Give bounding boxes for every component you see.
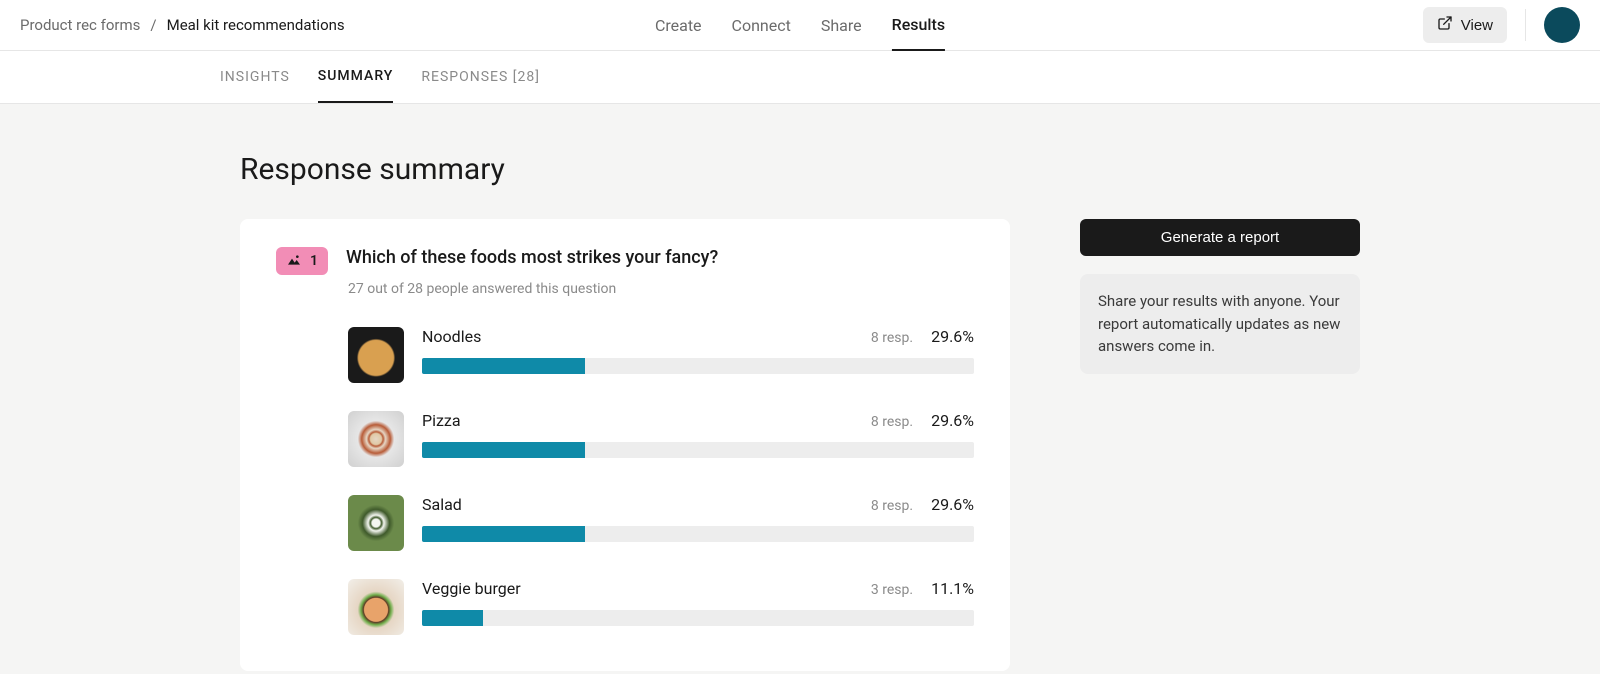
header-right: View <box>1423 7 1580 43</box>
question-type-badge: 1 <box>276 247 328 275</box>
main-nav: Create Connect Share Results <box>655 0 945 51</box>
answer-resp-count: 3 resp. <box>871 582 913 598</box>
share-info-text: Share your results with anyone. Your rep… <box>1080 274 1360 374</box>
answer-body: Noodles 8 resp. 29.6% <box>422 327 974 374</box>
question-card: 1 Which of these foods most strikes your… <box>240 219 1010 671</box>
breadcrumb: Product rec forms / Meal kit recommendat… <box>20 16 345 34</box>
tab-insights[interactable]: INSIGHTS <box>220 51 290 103</box>
breadcrumb-current: Meal kit recommendations <box>167 16 345 34</box>
answer-label: Pizza <box>422 411 461 430</box>
answer-bar-track <box>422 526 974 542</box>
breadcrumb-separator: / <box>150 16 156 34</box>
tab-responses[interactable]: RESPONSES [28] <box>421 51 540 103</box>
answer-meta: 3 resp. 11.1% <box>871 579 974 598</box>
answer-row: Noodles 8 resp. 29.6% <box>348 327 974 383</box>
picture-choice-icon <box>286 252 302 271</box>
page-title: Response summary <box>240 152 1360 187</box>
answer-bar-fill <box>422 610 483 626</box>
answer-top: Salad 8 resp. 29.6% <box>422 495 974 514</box>
app-header: Product rec forms / Meal kit recommendat… <box>0 0 1600 51</box>
answer-row: Veggie burger 3 resp. 11.1% <box>348 579 974 635</box>
answer-top: Veggie burger 3 resp. 11.1% <box>422 579 974 598</box>
answer-meta: 8 resp. 29.6% <box>871 495 974 514</box>
answer-row: Salad 8 resp. 29.6% <box>348 495 974 551</box>
tab-summary[interactable]: SUMMARY <box>318 51 394 103</box>
answer-bar-fill <box>422 442 585 458</box>
nav-create[interactable]: Create <box>655 0 702 51</box>
answer-resp-count: 8 resp. <box>871 498 913 514</box>
question-subtext: 27 out of 28 people answered this questi… <box>348 281 974 297</box>
answer-resp-count: 8 resp. <box>871 414 913 430</box>
answers-list: Noodles8 resp.29.6%Pizza8 resp.29.6%Sala… <box>348 327 974 635</box>
answer-percent: 11.1% <box>931 579 974 598</box>
view-button-label: View <box>1461 17 1493 34</box>
answer-body: Pizza 8 resp. 29.6% <box>422 411 974 458</box>
header-divider <box>1525 9 1526 41</box>
answer-thumbnail <box>348 579 404 635</box>
answer-percent: 29.6% <box>931 327 974 346</box>
answer-bar-fill <box>422 526 585 542</box>
answer-label: Noodles <box>422 327 481 346</box>
answer-body: Veggie burger 3 resp. 11.1% <box>422 579 974 626</box>
answer-label: Salad <box>422 495 462 514</box>
answer-resp-count: 8 resp. <box>871 330 913 346</box>
nav-connect[interactable]: Connect <box>732 0 791 51</box>
answer-top: Noodles 8 resp. 29.6% <box>422 327 974 346</box>
answer-meta: 8 resp. 29.6% <box>871 327 974 346</box>
answer-body: Salad 8 resp. 29.6% <box>422 495 974 542</box>
answer-bar-track <box>422 442 974 458</box>
nav-share[interactable]: Share <box>821 0 862 51</box>
nav-results[interactable]: Results <box>892 0 945 51</box>
answer-bar-track <box>422 358 974 374</box>
question-number: 1 <box>310 253 318 269</box>
answer-percent: 29.6% <box>931 411 974 430</box>
answer-percent: 29.6% <box>931 495 974 514</box>
view-button[interactable]: View <box>1423 7 1507 43</box>
answer-top: Pizza 8 resp. 29.6% <box>422 411 974 430</box>
answer-bar-fill <box>422 358 585 374</box>
answer-thumbnail <box>348 411 404 467</box>
answer-meta: 8 resp. 29.6% <box>871 411 974 430</box>
question-text: Which of these foods most strikes your f… <box>346 247 718 268</box>
content-area: Response summary 1 Which of these foo <box>0 104 1600 674</box>
answer-row: Pizza 8 resp. 29.6% <box>348 411 974 467</box>
breadcrumb-parent[interactable]: Product rec forms <box>20 16 140 34</box>
answer-thumbnail <box>348 495 404 551</box>
side-panel: Generate a report Share your results wit… <box>1080 219 1360 374</box>
generate-report-button[interactable]: Generate a report <box>1080 219 1360 256</box>
answer-thumbnail <box>348 327 404 383</box>
external-link-icon <box>1437 15 1453 35</box>
answer-label: Veggie burger <box>422 579 521 598</box>
answer-bar-track <box>422 610 974 626</box>
avatar[interactable] <box>1544 7 1580 43</box>
subnav: INSIGHTS SUMMARY RESPONSES [28] <box>0 51 1600 104</box>
